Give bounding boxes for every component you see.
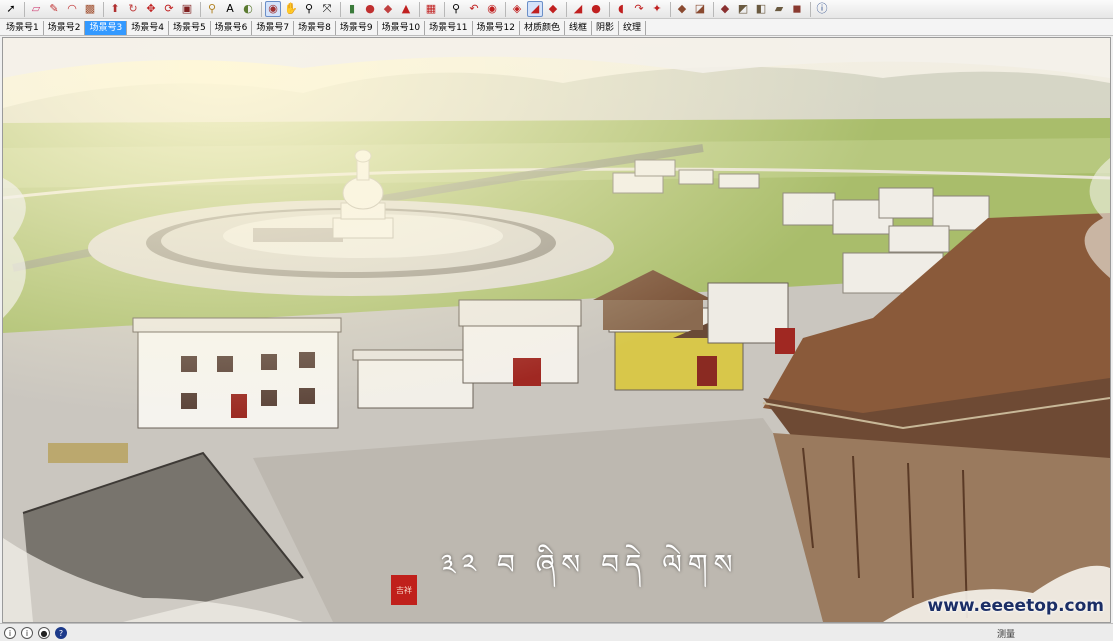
- paint-bucket-icon[interactable]: ◐: [240, 1, 256, 17]
- 3d-viewport[interactable]: ༣༢ བ ཞིས བདེ ལེགས 吉祥 www.eeeetop.com: [2, 37, 1111, 623]
- shaded-icon[interactable]: ◖: [613, 1, 629, 17]
- toolbar-separator: [566, 1, 567, 17]
- scene-tab[interactable]: 场景号3: [85, 21, 128, 35]
- styles-icon[interactable]: ▲: [398, 1, 414, 17]
- sandbox-icon[interactable]: ◼: [789, 1, 805, 17]
- follow-me-icon[interactable]: ↻: [125, 1, 141, 17]
- front-view-icon[interactable]: ◆: [717, 1, 733, 17]
- scene-tab[interactable]: 场景号4: [127, 21, 169, 35]
- arc-icon[interactable]: ◠: [64, 1, 80, 17]
- scene-tab[interactable]: 阴影: [592, 21, 620, 35]
- scene-tab[interactable]: 纹理: [619, 21, 647, 35]
- toolbar-separator: [419, 1, 420, 17]
- tibetan-caption: ༣༢ བ ཞིས བདེ ལེགས: [441, 548, 739, 581]
- toolbar-separator: [670, 1, 671, 17]
- back-view-icon[interactable]: ◧: [753, 1, 769, 17]
- right-view-icon[interactable]: ◩: [735, 1, 751, 17]
- toolbar-separator: [103, 1, 104, 17]
- move-icon[interactable]: ✥: [143, 1, 159, 17]
- zoom-icon[interactable]: ⚲: [301, 1, 317, 17]
- rectangle-icon[interactable]: ▩: [82, 1, 98, 17]
- tape-measure-icon[interactable]: ⚲: [204, 1, 220, 17]
- toolbar-separator: [444, 1, 445, 17]
- measurement-label: 测量: [996, 630, 1015, 640]
- toolbar-separator: [24, 1, 25, 17]
- scene-tab[interactable]: 场景号10: [378, 21, 426, 35]
- scene-tab[interactable]: 材质颜色: [520, 21, 565, 35]
- components-icon[interactable]: ▮: [344, 1, 360, 17]
- red-seal-stamp: 吉祥: [391, 575, 417, 605]
- text-icon[interactable]: A: [222, 1, 238, 17]
- walk-icon[interactable]: ⚲: [448, 1, 464, 17]
- toolbar-separator: [713, 1, 714, 17]
- toolbar-separator: [505, 1, 506, 17]
- scene-tab[interactable]: 线框: [565, 21, 592, 35]
- look-around-icon[interactable]: ↶: [466, 1, 482, 17]
- toolbar-separator: [200, 1, 201, 17]
- monochrome-icon[interactable]: ✦: [649, 1, 665, 17]
- materials-icon[interactable]: ◆: [380, 1, 396, 17]
- scale-icon[interactable]: ▣: [179, 1, 195, 17]
- push-pull-icon[interactable]: ⬆: [107, 1, 123, 17]
- scene-tab[interactable]: 场景号1: [2, 21, 44, 35]
- back-edges-icon[interactable]: ◆: [545, 1, 561, 17]
- textured-icon[interactable]: ↷: [631, 1, 647, 17]
- section-plane-icon[interactable]: ◈: [509, 1, 525, 17]
- site-watermark: www.eeeetop.com: [927, 596, 1104, 616]
- iso-view-icon[interactable]: ◆: [674, 1, 690, 17]
- pan-icon[interactable]: ✋: [283, 1, 299, 17]
- top-view-icon[interactable]: ◪: [692, 1, 708, 17]
- credit-icon[interactable]: i: [21, 626, 33, 639]
- user-icon[interactable]: ●: [38, 626, 50, 639]
- zoom-extents-icon[interactable]: ⤧: [319, 1, 335, 17]
- xray-icon[interactable]: ◢: [527, 1, 543, 17]
- main-toolbar: ➚ ▱ ✎ ◠ ▩ ⬆ ↻ ✥ ⟳ ▣ ⚲ A ◐ ◉ ✋ ⚲ ⤧ ▮ ● ◆ …: [0, 0, 1113, 19]
- scene-tab[interactable]: 场景号8: [294, 21, 336, 35]
- rotate-icon[interactable]: ⟳: [161, 1, 177, 17]
- pencil-icon[interactable]: ✎: [46, 1, 62, 17]
- position-camera-icon[interactable]: ◉: [484, 1, 500, 17]
- toolbar-separator: [340, 1, 341, 17]
- shadows-icon[interactable]: ▦: [423, 1, 439, 17]
- scene-tab[interactable]: 场景号9: [336, 21, 378, 35]
- left-view-icon[interactable]: ▰: [771, 1, 787, 17]
- scene-tab[interactable]: 场景号12: [473, 21, 520, 35]
- scene-tab[interactable]: 场景号2: [44, 21, 86, 35]
- help-icon[interactable]: ⓘ: [814, 1, 830, 17]
- status-bar: i i ● ? 测量: [0, 623, 1113, 641]
- help-icon[interactable]: ?: [55, 626, 67, 639]
- eraser-icon[interactable]: ▱: [28, 1, 44, 17]
- select-icon[interactable]: ➚: [3, 1, 19, 17]
- scene-tabs-bar: 场景号1 场景号2 场景号3 场景号4 场景号5 场景号6 场景号7 场景号8 场景号9 场景号1…: [0, 19, 1113, 36]
- toolbar-separator: [810, 1, 811, 17]
- scene-tab[interactable]: 场景号6: [211, 21, 253, 35]
- hidden-line-icon[interactable]: ●: [588, 1, 604, 17]
- toolbar-separator: [261, 1, 262, 17]
- model-info-icon[interactable]: ●: [362, 1, 378, 17]
- wireframe-icon[interactable]: ◢: [570, 1, 586, 17]
- scene-tab[interactable]: 场景号7: [252, 21, 295, 35]
- scene-tab[interactable]: 场景号11: [425, 21, 473, 35]
- info-icon[interactable]: i: [4, 626, 16, 639]
- scene-tab[interactable]: 场景号5: [169, 21, 211, 35]
- orbit-icon[interactable]: ◉: [265, 1, 281, 17]
- toolbar-separator: [609, 1, 610, 17]
